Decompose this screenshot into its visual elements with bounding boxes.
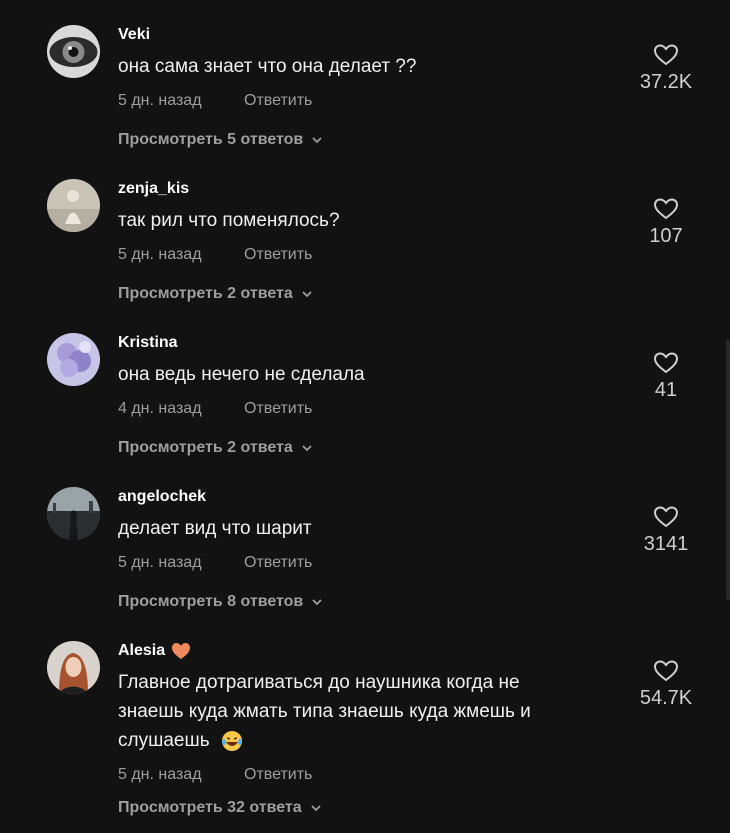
comment-date: 5 дн. назад [118, 92, 202, 109]
like-button[interactable]: 3141 [630, 505, 702, 556]
avatar[interactable] [47, 641, 100, 694]
view-replies-label: Просмотреть 8 ответов [118, 593, 304, 610]
chevron-down-icon [311, 805, 321, 812]
chevron-down-icon [302, 291, 312, 298]
reply-button[interactable]: Ответить [244, 245, 312, 265]
heart-outline-icon [653, 660, 679, 682]
view-replies-button[interactable]: Просмотреть 32 ответа [118, 798, 598, 818]
view-replies-label: Просмотреть 32 ответа [118, 799, 302, 816]
comment-text-line: Главное дотрагиваться до наушника когда … [118, 672, 520, 693]
like-count: 54.7K [639, 687, 693, 709]
comment-text-line: слушаешь [118, 726, 598, 755]
comment-text: так рил что поменялось? [118, 210, 340, 231]
orange-heart-icon [172, 643, 191, 659]
reply-button[interactable]: Ответить [244, 399, 312, 419]
avatar[interactable] [47, 179, 100, 232]
comment-date: 5 дн. назад [118, 766, 202, 783]
comment-date: 4 дн. назад [118, 400, 202, 417]
username[interactable]: Alesia [118, 641, 598, 661]
chevron-down-icon [302, 445, 312, 452]
view-replies-label: Просмотреть 2 ответа [118, 285, 293, 302]
eye-avatar-image [47, 25, 100, 78]
heart-outline-icon [653, 198, 679, 220]
view-replies-button[interactable]: Просмотреть 8 ответов [118, 592, 598, 612]
view-replies-button[interactable]: Просмотреть 5 ответов [118, 130, 598, 150]
username[interactable]: zenja_kis [118, 179, 598, 199]
like-count: 41 [654, 379, 678, 401]
comment-text-line: знаешь куда жмать типа знаешь куда жмешь… [118, 701, 531, 722]
comment-text: она сама знает что она делает ?? [118, 56, 417, 77]
reply-button[interactable]: Ответить [244, 553, 312, 573]
view-replies-label: Просмотреть 5 ответов [118, 131, 304, 148]
like-count: 37.2K [639, 71, 693, 93]
view-replies-button[interactable]: Просмотреть 2 ответа [118, 284, 598, 304]
like-button[interactable]: 107 [630, 197, 702, 248]
like-count: 107 [649, 225, 683, 247]
view-replies-label: Просмотреть 2 ответа [118, 439, 293, 456]
comment-text: она ведь нечего не сделала [118, 364, 365, 385]
person-avatar-image [47, 179, 100, 232]
chevron-down-icon [312, 137, 322, 144]
avatar[interactable] [47, 333, 100, 386]
heart-outline-icon [653, 44, 679, 66]
like-button[interactable]: 41 [630, 351, 702, 402]
view-replies-button[interactable]: Просмотреть 2 ответа [118, 438, 598, 458]
username[interactable]: Kristina [118, 333, 598, 353]
like-count: 3141 [643, 533, 689, 555]
scrollbar[interactable] [726, 340, 730, 600]
heart-outline-icon [653, 352, 679, 374]
username[interactable]: Veki [118, 25, 598, 45]
avatar[interactable] [47, 25, 100, 78]
landscape-avatar-image [47, 487, 100, 540]
like-button[interactable]: 37.2K [630, 43, 702, 94]
comment-text: Главное дотрагиваться до наушника когда … [118, 668, 598, 755]
comment-date: 5 дн. назад [118, 554, 202, 571]
reply-button[interactable]: Ответить [244, 91, 312, 111]
reply-button[interactable]: Ответить [244, 765, 312, 785]
username[interactable]: angelochek [118, 487, 598, 507]
portrait-avatar-image [47, 641, 100, 694]
flower-avatar-image [47, 333, 100, 386]
avatar[interactable] [47, 487, 100, 540]
like-button[interactable]: 54.7K [630, 659, 702, 710]
heart-outline-icon [653, 506, 679, 528]
comment-date: 5 дн. назад [118, 246, 202, 263]
comment-text: делает вид что шарит [118, 518, 312, 539]
chevron-down-icon [312, 599, 322, 606]
laughing-emoji-icon [221, 730, 242, 751]
